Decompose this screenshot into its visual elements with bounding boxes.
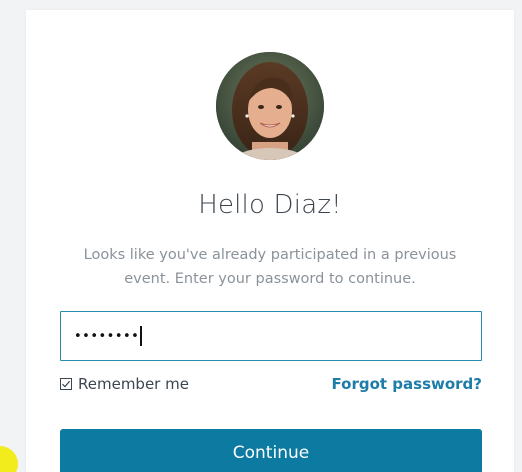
continue-button[interactable]: Continue [60,429,482,472]
remember-me-label: Remember me [78,375,189,393]
avatar-photo [216,52,324,160]
subtitle-text: Looks like you've already participated i… [83,247,457,287]
remember-me-checkbox[interactable]: Remember me [60,375,189,393]
decorative-yellow-circle [0,446,18,472]
greeting-heading: Hello Diaz! [198,190,342,220]
checkbox-checked-icon[interactable] [60,378,72,390]
user-avatar [216,52,324,160]
login-page: Hello Diaz! Looks like you've already pa… [0,0,522,472]
forgot-password-link[interactable]: Forgot password? [332,375,483,393]
password-input[interactable] [60,311,482,361]
checkmark-icon [62,380,71,388]
